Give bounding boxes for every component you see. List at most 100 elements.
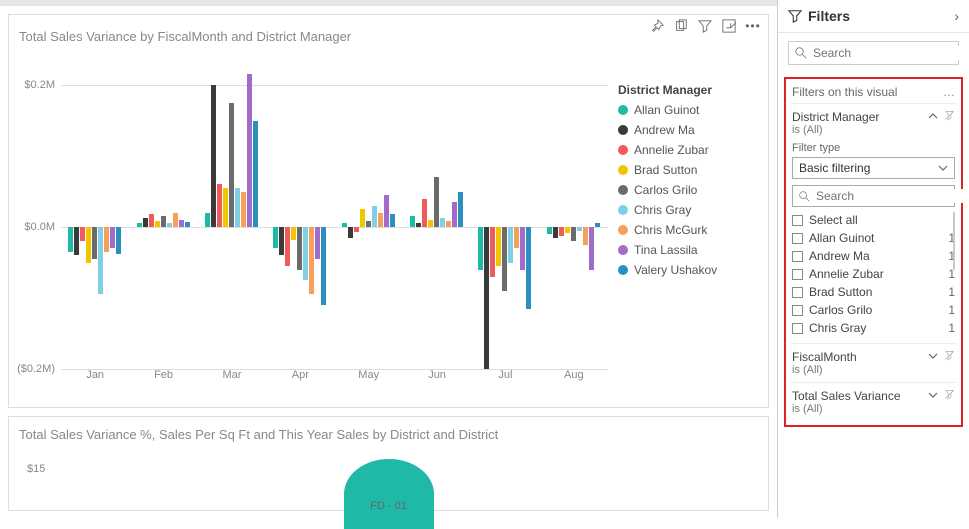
focus-icon[interactable] — [722, 19, 736, 33]
chart-bar[interactable] — [526, 227, 531, 309]
legend-item[interactable]: Chris Gray — [618, 203, 758, 217]
legend-item[interactable]: Andrew Ma — [618, 123, 758, 137]
chart-bar[interactable] — [143, 218, 148, 227]
chart-bar[interactable] — [74, 227, 79, 255]
chart-bar[interactable] — [104, 227, 109, 252]
scatter-visual[interactable]: Total Sales Variance %, Sales Per Sq Ft … — [8, 416, 769, 511]
chart-bar[interactable] — [553, 227, 558, 238]
chart-bar[interactable] — [279, 227, 284, 255]
legend-item[interactable]: Annelie Zubar — [618, 143, 758, 157]
filter-values-search[interactable] — [792, 185, 955, 207]
chart-bar[interactable] — [285, 227, 290, 266]
chart-bar[interactable] — [589, 227, 594, 270]
filter-option-row[interactable]: Brad Sutton1 — [792, 283, 955, 301]
chart-bar[interactable] — [185, 222, 190, 227]
chart-bar[interactable] — [229, 103, 234, 227]
chart-bar[interactable] — [496, 227, 501, 266]
checkbox[interactable] — [792, 269, 803, 280]
chart-bar[interactable] — [571, 227, 576, 241]
checkbox[interactable] — [792, 215, 803, 226]
legend-item[interactable]: Brad Sutton — [618, 163, 758, 177]
chart-bar[interactable] — [116, 227, 121, 254]
scatter-bubble[interactable] — [344, 459, 434, 529]
chart-bar[interactable] — [217, 184, 222, 227]
chart-bar[interactable] — [520, 227, 525, 270]
filter-option-row[interactable]: Allan Guinot1 — [792, 229, 955, 247]
chart-bar[interactable] — [390, 214, 395, 227]
filter-type-select[interactable]: Basic filtering — [792, 157, 955, 179]
chart-bar[interactable] — [348, 227, 353, 238]
chart-bar[interactable] — [321, 227, 326, 305]
chart-bar[interactable] — [422, 199, 427, 227]
chart-bar[interactable] — [167, 223, 172, 227]
legend-item[interactable]: Chris McGurk — [618, 223, 758, 237]
legend-item[interactable]: Carlos Grilo — [618, 183, 758, 197]
chart-bar[interactable] — [137, 223, 142, 227]
chart-bar[interactable] — [360, 209, 365, 227]
chart-bar[interactable] — [478, 227, 483, 270]
chart-bar[interactable] — [416, 223, 421, 227]
chart-bar[interactable] — [110, 227, 115, 248]
chart-bar[interactable] — [247, 74, 252, 227]
chart-bar[interactable] — [273, 227, 278, 248]
chevron-right-icon[interactable]: › — [954, 8, 959, 24]
chart-bar[interactable] — [514, 227, 519, 248]
chart-bar[interactable] — [92, 227, 97, 259]
scrollbar-thumb[interactable] — [953, 211, 955, 271]
pin-icon[interactable] — [650, 19, 664, 33]
chart-bar[interactable] — [565, 227, 570, 233]
filter-option-row[interactable]: Andrew Ma1 — [792, 247, 955, 265]
chart-bar[interactable] — [309, 227, 314, 294]
filters-search[interactable] — [788, 41, 959, 65]
chart-bar[interactable] — [80, 227, 85, 241]
chart-bar[interactable] — [68, 227, 73, 252]
chart-bar[interactable] — [342, 223, 347, 227]
chart-bar[interactable] — [595, 223, 600, 227]
clear-filter-icon[interactable] — [944, 110, 955, 121]
chart-bar[interactable] — [161, 216, 166, 227]
filter-option-row[interactable]: Annelie Zubar1 — [792, 265, 955, 283]
checkbox[interactable] — [792, 287, 803, 298]
legend-item[interactable]: Valery Ushakov — [618, 263, 758, 277]
filter-option-row[interactable]: Select all — [792, 211, 955, 229]
filter-option-row[interactable]: Chris Gray1 — [792, 319, 955, 337]
chart-bar[interactable] — [86, 227, 91, 263]
chart-bar[interactable] — [452, 202, 457, 227]
legend-item[interactable]: Allan Guinot — [618, 103, 758, 117]
chart-bar[interactable] — [155, 221, 160, 227]
chart-bar[interactable] — [577, 227, 582, 231]
chevron-down-icon[interactable] — [928, 351, 938, 361]
filter-icon[interactable] — [698, 19, 712, 33]
chart-bar[interactable] — [291, 227, 296, 240]
chart-bar[interactable] — [484, 227, 489, 369]
checkbox[interactable] — [792, 323, 803, 334]
clear-filter-icon[interactable] — [944, 350, 955, 361]
chart-bar[interactable] — [378, 213, 383, 227]
copy-icon[interactable] — [674, 19, 688, 33]
chart-bar[interactable] — [179, 220, 184, 227]
chart-bar[interactable] — [303, 227, 308, 280]
chart-bar[interactable] — [547, 227, 552, 234]
chart-bar[interactable] — [446, 221, 451, 227]
chart-bar[interactable] — [241, 192, 246, 228]
chart-bar[interactable] — [508, 227, 513, 263]
filter-values-search-input[interactable] — [816, 189, 969, 203]
chart-bar[interactable] — [173, 213, 178, 227]
chart-bar[interactable] — [428, 220, 433, 227]
chart-bar[interactable] — [458, 192, 463, 228]
clear-filter-icon[interactable] — [944, 389, 955, 400]
checkbox[interactable] — [792, 305, 803, 316]
chart-bar[interactable] — [559, 227, 564, 236]
checkbox[interactable] — [792, 233, 803, 244]
chart-bar[interactable] — [410, 216, 415, 227]
chart-bar[interactable] — [490, 227, 495, 277]
chart-bar[interactable] — [440, 218, 445, 227]
chart-bar[interactable] — [583, 227, 588, 245]
chart-bar[interactable] — [205, 213, 210, 227]
chart-visual[interactable]: ••• Total Sales Variance by FiscalMonth … — [8, 14, 769, 408]
chart-bar[interactable] — [366, 221, 371, 227]
legend-item[interactable]: Tina Lassila — [618, 243, 758, 257]
checkbox[interactable] — [792, 251, 803, 262]
chart-bar[interactable] — [235, 188, 240, 227]
chart-bar[interactable] — [223, 188, 228, 227]
